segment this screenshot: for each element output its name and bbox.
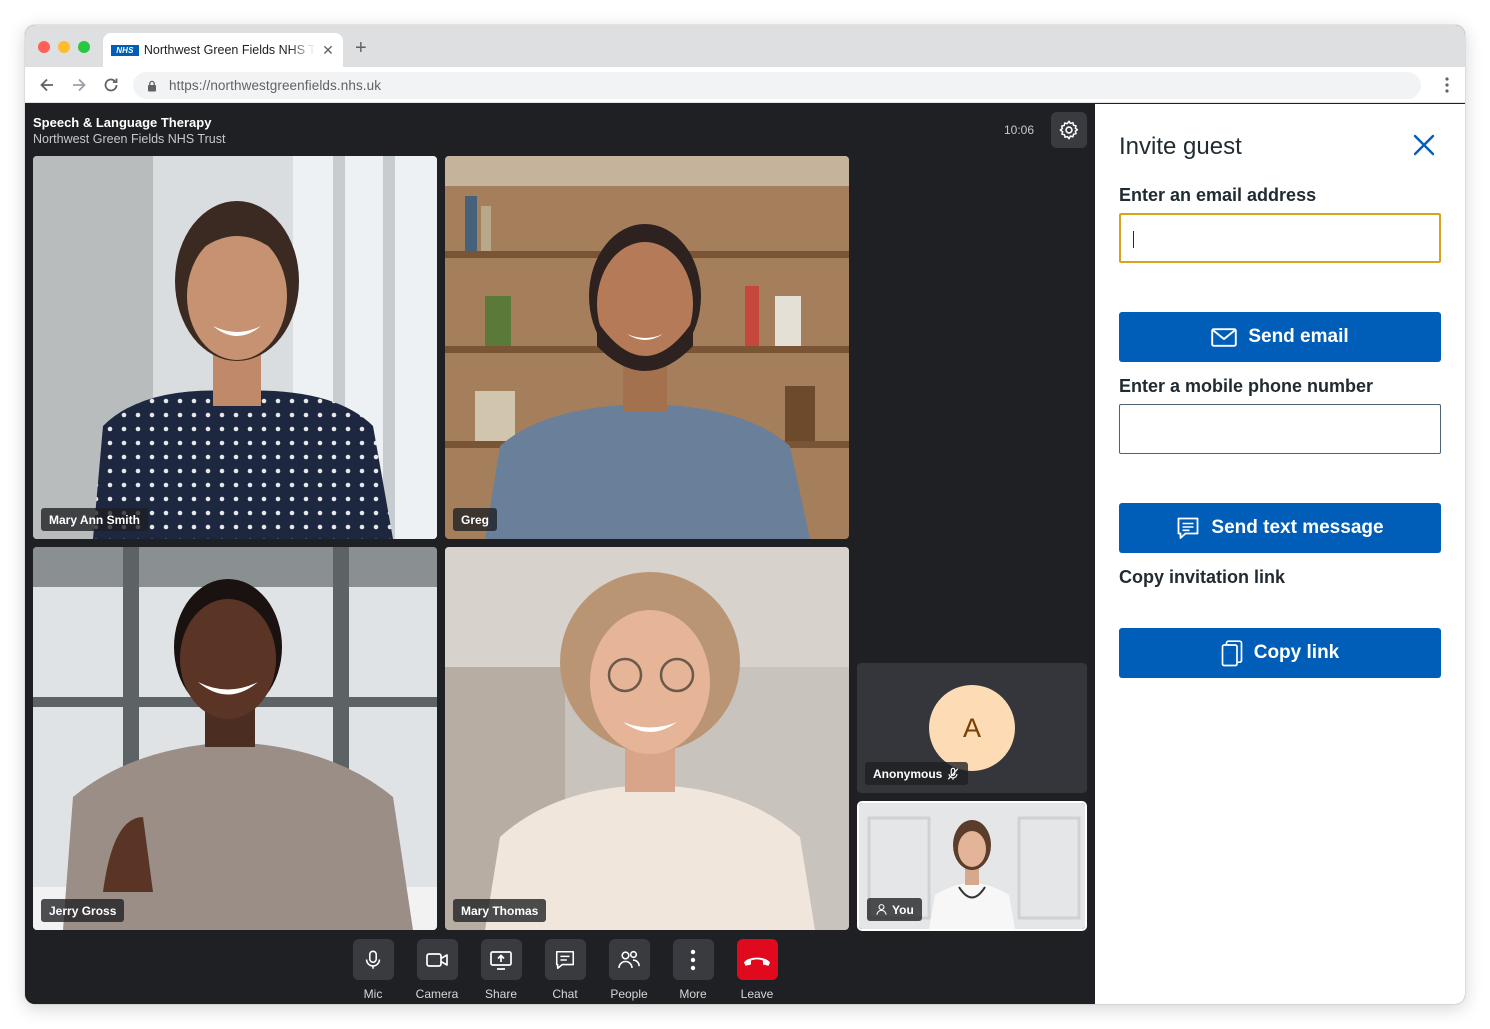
mic-button[interactable] [352,939,394,980]
mic-icon [365,950,381,969]
participant-tile-anonymous[interactable]: A Anonymous [857,663,1087,793]
copy-link-text: Copy link [1253,642,1340,663]
copy-link-button[interactable]: Copy link [1119,628,1441,678]
camera-button[interactable] [416,939,458,980]
call-controls: Mic Camera Share Chat People More Leave [343,939,783,1001]
gear-icon [1059,120,1079,140]
reload-icon[interactable] [101,75,121,95]
send-text-button[interactable]: Send text message [1119,503,1441,553]
people-button[interactable] [608,939,650,980]
close-icon[interactable] [1411,132,1437,158]
chat-button[interactable] [544,939,586,980]
url-text: https://northwestgreenfields.nhs.uk [169,78,382,93]
people-label: People [610,987,648,1001]
share-control[interactable]: Share [471,939,531,1001]
lock-icon [148,80,156,91]
copy-link-label: Copy invitation link [1119,567,1286,587]
participant-tile-mary-ann-smith[interactable]: Mary Ann Smith [33,156,437,539]
back-arrow-icon[interactable] [37,75,57,95]
camera-icon [426,952,448,967]
maximize-window-button[interactable] [78,41,90,53]
copy-icon [1221,639,1243,666]
leave-button[interactable] [736,939,778,980]
email-field[interactable] [1119,213,1441,263]
panel-title: Invite guest [1119,133,1242,160]
forward-arrow-icon[interactable] [69,75,89,95]
participant-video [445,547,849,930]
envelope-icon [1211,327,1238,347]
more-control[interactable]: More [663,939,723,1001]
mic-label: Mic [363,987,383,1001]
call-title: Speech & Language Therapy [33,115,212,130]
participant-tile-mary-thomas[interactable]: Mary Thomas [445,547,849,930]
people-control[interactable]: People [599,939,659,1001]
video-call-area: Speech & Language Therapy Northwest Gree… [25,104,1095,1004]
chat-label: Chat [552,987,578,1001]
phone-field[interactable] [1119,404,1441,454]
participant-name-tag: Jerry Gross [41,899,125,922]
participant-video [445,156,849,539]
leave-label: Leave [740,987,774,1001]
browser-menu-icon[interactable] [1445,77,1449,93]
participant-name-tag: Mary Ann Smith [41,508,148,531]
self-name-tag: You [867,898,922,921]
share-button[interactable] [480,939,522,980]
hang-up-icon [744,957,770,966]
participant-tile-greg[interactable]: Greg [445,156,849,539]
avatar: A [929,685,1015,771]
self-name: You [892,902,914,917]
more-button[interactable] [672,939,714,980]
send-email-label: Send email [1248,326,1349,347]
call-time: 10:06 [1004,123,1035,137]
participant-name: Anonymous [873,766,943,781]
new-tab-icon[interactable]: + [355,38,367,58]
browser-window: NHS Northwest Green Fields NHS Trust ✕ +… [25,25,1465,1004]
people-icon [618,950,640,968]
invite-guest-panel: Invite guest Enter an email address Send… [1095,104,1465,1004]
share-screen-icon [490,950,512,970]
minimize-window-button[interactable] [58,41,70,53]
camera-label: Camera [415,987,459,1001]
browser-toolbar: https://northwestgreenfields.nhs.uk [25,67,1465,103]
phone-label: Enter a mobile phone number [1119,376,1374,396]
tab-bar: NHS Northwest Green Fields NHS Trust ✕ + [25,25,1465,67]
person-icon [876,904,887,915]
participant-name-tag: Anonymous [865,762,969,785]
send-email-button[interactable]: Send email [1119,312,1441,362]
mic-control[interactable]: Mic [343,939,403,1001]
close-window-button[interactable] [38,41,50,53]
self-view-tile[interactable]: You [857,801,1087,931]
nhs-logo-icon: NHS [111,44,139,56]
email-label: Enter an email address [1119,185,1317,205]
text-cursor [1133,231,1134,248]
more-vertical-icon [690,949,696,970]
participant-video [33,156,437,539]
chat-control[interactable]: Chat [535,939,595,1001]
tab-title: Northwest Green Fields NHS Trust [143,43,316,57]
more-label: More [679,987,707,1001]
leave-control[interactable]: Leave [727,939,787,1001]
participant-video [33,547,437,930]
message-icon [1178,517,1199,539]
camera-control[interactable]: Camera [407,939,467,1001]
browser-tab[interactable]: NHS Northwest Green Fields NHS Trust ✕ [103,33,343,67]
tab-close-icon[interactable]: ✕ [321,42,335,59]
participant-name-tag: Greg [453,508,498,531]
send-text-label: Send text message [1211,517,1384,538]
participant-tile-jerry-gross[interactable]: Jerry Gross [33,547,437,930]
address-bar[interactable]: https://northwestgreenfields.nhs.uk [133,72,1421,99]
chat-icon [555,950,575,969]
settings-button[interactable] [1051,112,1087,148]
call-organisation: Northwest Green Fields NHS Trust [33,132,226,146]
mic-off-icon [948,767,959,780]
participant-name-tag: Mary Thomas [453,899,547,922]
share-label: Share [484,987,518,1001]
